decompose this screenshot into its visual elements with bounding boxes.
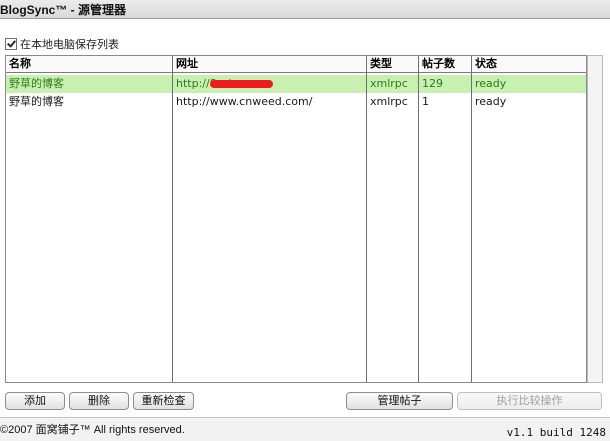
save-local-checkbox[interactable]: 在本地电脑保存列表 — [5, 37, 119, 51]
row-type: xmlrpc — [370, 95, 408, 108]
column-divider — [471, 56, 472, 382]
row-status: ready — [475, 77, 507, 90]
row-name: 野草的博客 — [9, 77, 64, 90]
window-title: BlogSync™ - 源管理器 — [0, 3, 127, 17]
redaction-mark — [210, 80, 273, 88]
row-posts: 129 — [422, 77, 443, 90]
column-header-name[interactable]: 名称 — [6, 56, 173, 72]
row-status: ready — [475, 95, 507, 108]
column-header-url[interactable]: 网址 — [173, 56, 367, 72]
copyright-text: ©2007 面窝铺子™ All rights reserved. — [0, 424, 185, 436]
row-name: 野草的博客 — [9, 95, 64, 108]
column-divider — [172, 56, 173, 382]
run-compare-button[interactable]: 执行比较操作 — [457, 392, 602, 410]
source-table: 名称 网址 类型 帖子数 状态 野草的博客 http://8 a/ xmlrpc… — [5, 55, 587, 383]
status-bar: ©2007 面窝铺子™ All rights reserved. v1.1 bu… — [0, 417, 610, 441]
checkbox-checked-icon[interactable] — [5, 38, 17, 50]
add-button[interactable]: 添加 — [5, 392, 65, 410]
column-header-posts[interactable]: 帖子数 — [419, 56, 472, 72]
row-type: xmlrpc — [370, 77, 408, 90]
column-header-status[interactable]: 状态 — [472, 56, 586, 72]
row-url: http://www.cnweed.com/ — [176, 95, 313, 108]
column-divider — [418, 56, 419, 382]
version-text: v1.1 build 1248 — [506, 426, 606, 439]
table-row[interactable]: 野草的博客 http://8 a/ xmlrpc 129 ready — [6, 75, 586, 93]
table-header: 名称 网址 类型 帖子数 状态 — [6, 56, 586, 73]
delete-button[interactable]: 删除 — [69, 392, 129, 410]
title-bar: BlogSync™ - 源管理器 — [0, 0, 610, 19]
save-local-label: 在本地电脑保存列表 — [20, 38, 119, 51]
vertical-scrollbar[interactable] — [587, 55, 603, 383]
row-url: http://8 a/ — [173, 75, 367, 93]
row-posts: 1 — [422, 95, 429, 108]
table-row[interactable]: 野草的博客 http://www.cnweed.com/ xmlrpc 1 re… — [6, 93, 586, 111]
manage-posts-button[interactable]: 管理帖子 — [346, 392, 453, 410]
column-header-type[interactable]: 类型 — [367, 56, 419, 72]
recheck-button[interactable]: 重新检查 — [133, 392, 194, 410]
column-divider — [366, 56, 367, 382]
